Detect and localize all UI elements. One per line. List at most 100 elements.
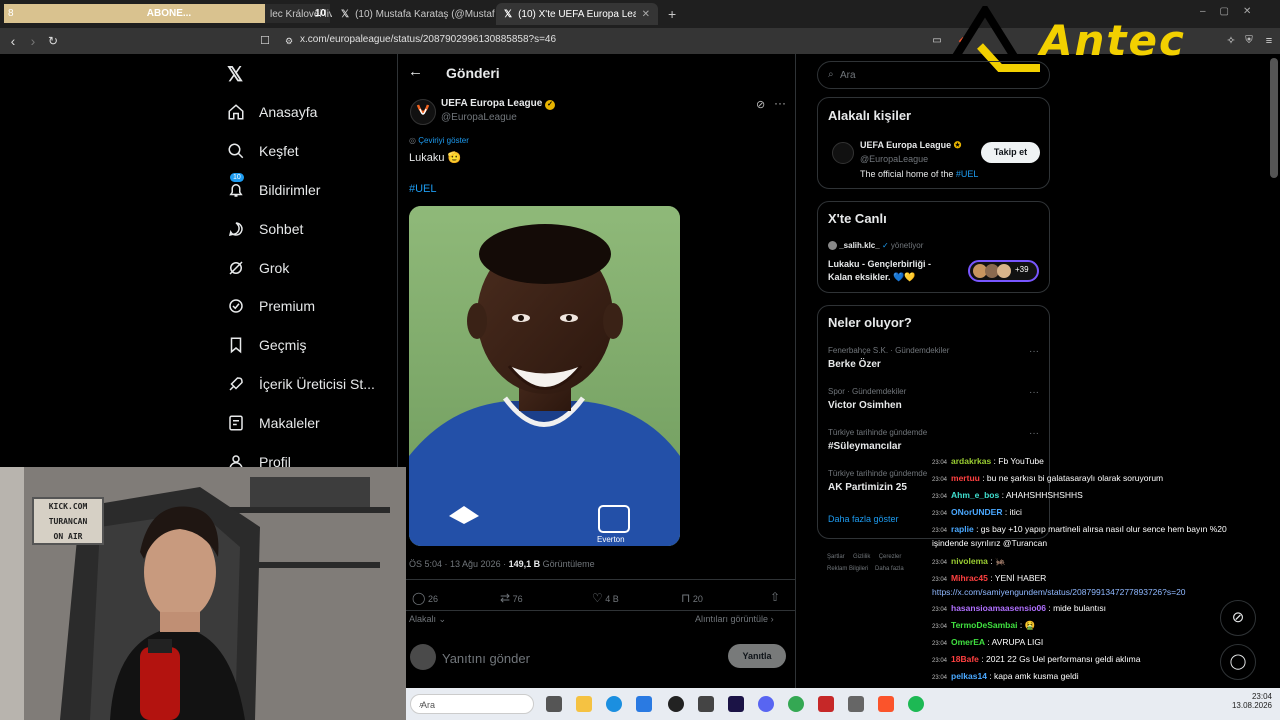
- chat-username[interactable]: OmerEA: [951, 637, 985, 647]
- trend-title: #Süleymancılar: [828, 441, 902, 452]
- chat-username[interactable]: Ahm_e_bos: [951, 490, 999, 500]
- reply-button[interactable]: ◯ 26: [412, 591, 438, 605]
- relevant-bio-text: The official home of the: [860, 169, 956, 179]
- relevant-bio-hashtag[interactable]: #UEL: [956, 169, 979, 179]
- file-explorer-icon[interactable]: [576, 696, 592, 712]
- leo-icon[interactable]: ✧: [1222, 32, 1240, 50]
- share-icon[interactable]: ⇧: [770, 590, 780, 604]
- chat-username[interactable]: Mihrac45: [951, 573, 988, 583]
- site-info-icon[interactable]: ⚙: [280, 32, 298, 50]
- back-arrow-icon[interactable]: ←: [408, 63, 423, 80]
- vpn-icon[interactable]: ⛨: [1240, 32, 1258, 50]
- nav-creator-studio[interactable]: İçerik Üreticisi St...: [225, 371, 375, 397]
- more-options-icon[interactable]: ···: [1029, 387, 1039, 398]
- chat-username[interactable]: pelkas14: [951, 671, 987, 681]
- more-options-icon[interactable]: ···: [1029, 428, 1039, 439]
- search-input[interactable]: ⌕ Ara: [817, 61, 1050, 89]
- brave-icon[interactable]: [878, 696, 894, 712]
- chat-username[interactable]: mertuu: [951, 473, 980, 483]
- capcut-icon[interactable]: [698, 696, 714, 712]
- post-image[interactable]: Everton: [409, 206, 680, 546]
- taskbar-clock[interactable]: 23:04 13.08.2026: [1216, 692, 1272, 710]
- obs-icon[interactable]: [668, 696, 684, 712]
- nav-bookmarks[interactable]: Geçmiş: [225, 332, 306, 358]
- reload-icon[interactable]: ↻: [44, 32, 62, 50]
- bookmark-icon: [225, 334, 247, 356]
- chat-username[interactable]: ONorUNDER: [951, 507, 1002, 517]
- nav-grok[interactable]: Grok: [225, 255, 289, 281]
- show-more-link[interactable]: Daha fazla göster: [828, 514, 899, 524]
- back-icon[interactable]: ‹: [4, 32, 22, 50]
- reply-input[interactable]: Yanıtını gönder: [442, 651, 530, 666]
- translate-link[interactable]: ◎ Çeviriyi göster: [409, 136, 469, 145]
- repost-button[interactable]: ⇄ 76: [500, 591, 523, 605]
- chrome-icon[interactable]: [788, 696, 804, 712]
- nav-premium[interactable]: Premium: [225, 293, 315, 319]
- follow-button[interactable]: Takip et: [981, 142, 1040, 163]
- footer-terms[interactable]: Şartlar: [827, 554, 845, 560]
- nav-home[interactable]: Anasayfa: [225, 99, 317, 125]
- footer-privacy[interactable]: Gizlilik: [853, 554, 870, 560]
- close-icon[interactable]: ✕: [636, 9, 650, 20]
- chat-time: 23:04: [932, 577, 948, 583]
- reply-submit-button[interactable]: Yanıtla: [728, 644, 786, 668]
- sort-dropdown[interactable]: Alakalı ⌄: [409, 614, 446, 625]
- bookmark-icon: ⊓: [681, 591, 691, 605]
- post-hashtag[interactable]: #UEL: [409, 183, 437, 195]
- tab-2[interactable]: 𝕏 (10) X'te UEFA Europa League: " ✕: [496, 3, 658, 25]
- chat-username[interactable]: TermoDeSambai: [951, 620, 1017, 630]
- uel-logo-icon[interactable]: [832, 142, 854, 164]
- scrollbar-thumb[interactable]: [1270, 58, 1278, 178]
- store-icon[interactable]: [636, 696, 652, 712]
- footer-cookies[interactable]: Çerezler: [879, 554, 902, 560]
- live-host[interactable]: _salih.klc_ ✓ yönetiyor: [828, 241, 923, 251]
- trend-meta: Türkiye tarihinde gündemde: [828, 428, 928, 437]
- x-logo-icon[interactable]: 𝕏: [227, 62, 243, 87]
- grok-icon[interactable]: ⊘: [756, 98, 765, 111]
- forward-icon[interactable]: ›: [24, 32, 42, 50]
- footer-more[interactable]: Daha fazla: [875, 566, 904, 572]
- nav-articles[interactable]: Makaleler: [225, 410, 320, 436]
- live-text[interactable]: Lukaku - Gençlerbirliği - Kalan eksikler…: [828, 258, 958, 284]
- nav-explore[interactable]: Keşfet: [225, 138, 299, 164]
- chat-time: 23:04: [932, 494, 948, 500]
- app-icon[interactable]: [848, 696, 864, 712]
- nav-notifications[interactable]: 10 Bildirimler: [225, 173, 320, 203]
- messages-float-button[interactable]: ◯: [1220, 644, 1256, 680]
- premiere-icon[interactable]: [728, 696, 744, 712]
- chat-username[interactable]: ardakrkas: [951, 456, 991, 466]
- taskbar-search[interactable]: ⌕ Ara: [410, 694, 534, 714]
- footer-ads[interactable]: Reklam Bilgileri: [827, 566, 868, 572]
- more-options-icon[interactable]: ···: [1029, 346, 1039, 357]
- author-name[interactable]: UEFA Europa League ✓: [441, 98, 556, 110]
- avatar[interactable]: [410, 99, 436, 125]
- bookmark-button[interactable]: ⊓ 20: [681, 591, 703, 605]
- nav-chat[interactable]: Sohbet: [225, 216, 303, 242]
- view-quotes-link[interactable]: Alıntıları görüntüle ›: [695, 614, 774, 624]
- post-time: ÖS 5:04 · 13 Ağu 2026 ·: [409, 559, 509, 569]
- chat-username[interactable]: hasansioamaasensio06: [951, 603, 1046, 613]
- bell-icon: 10: [225, 173, 247, 201]
- live-listeners[interactable]: +39: [968, 260, 1039, 282]
- task-view-icon[interactable]: [546, 696, 562, 712]
- discord-icon[interactable]: [758, 696, 774, 712]
- relevant-handle: @EuropaLeague: [860, 154, 929, 164]
- chat-username[interactable]: raplie: [951, 524, 974, 534]
- url-field[interactable]: x.com/europaleague/status/20879029961308…: [300, 34, 556, 45]
- new-tab-button[interactable]: +: [660, 3, 680, 25]
- tab-0[interactable]: lec Královéi liv: [262, 3, 332, 25]
- bookmark-page-icon[interactable]: ☐: [256, 32, 274, 50]
- media-icon[interactable]: [818, 696, 834, 712]
- chat-username[interactable]: 18Bafe: [951, 654, 979, 664]
- relevant-name[interactable]: UEFA Europa League ✪: [860, 140, 961, 151]
- more-options-icon[interactable]: ···: [774, 96, 786, 110]
- tab-1[interactable]: 𝕏 (10) Mustafa Karataş (@MustafaKarata: [333, 3, 495, 25]
- menu-icon[interactable]: ≡: [1260, 32, 1278, 50]
- nav-label: İçerik Üreticisi St...: [259, 376, 375, 392]
- spotify-icon[interactable]: [908, 696, 924, 712]
- grok-float-button[interactable]: ⊘: [1220, 600, 1256, 636]
- edge-icon[interactable]: [606, 696, 622, 712]
- like-button[interactable]: ♡ 4 B: [592, 591, 619, 605]
- chat-username[interactable]: nivolema: [951, 556, 988, 566]
- author-handle[interactable]: @EuropaLeague: [441, 112, 517, 123]
